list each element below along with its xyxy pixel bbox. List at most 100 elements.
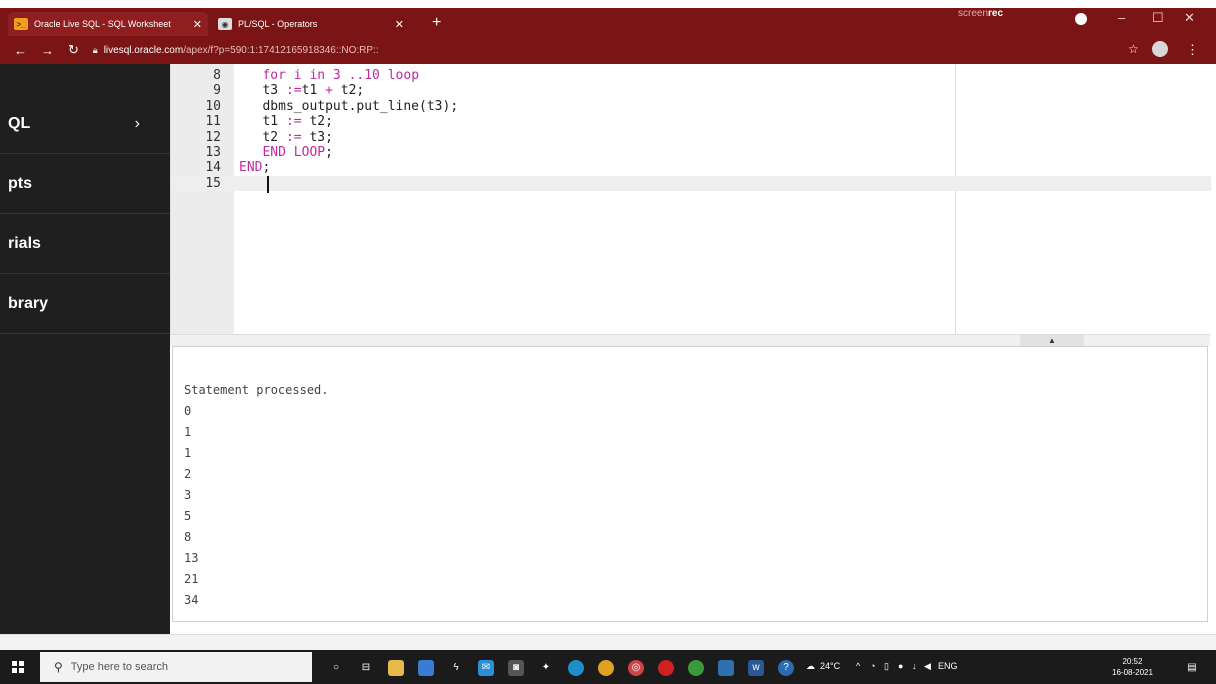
- code-line[interactable]: 8 for i in 3 ..10 loop: [171, 68, 1211, 83]
- cortana-icon[interactable]: ○: [328, 660, 344, 676]
- line-number: 13: [205, 145, 221, 160]
- line-number: 15: [205, 175, 221, 191]
- line-number: 9: [213, 83, 221, 99]
- input-language[interactable]: ENG: [938, 661, 958, 671]
- code-token: ;: [325, 145, 333, 160]
- sidebar-item-scripts[interactable]: pts: [0, 154, 170, 214]
- sidebar-item-label: rials: [8, 234, 41, 252]
- output-value: 2: [184, 467, 192, 481]
- search-icon: ⚲: [54, 660, 63, 674]
- line-number: 10: [205, 98, 221, 114]
- code-line[interactable]: 14 END;: [171, 160, 1211, 175]
- weather-icon[interactable]: ☁: [806, 661, 815, 672]
- code-line[interactable]: 12 t2 := t3;: [171, 130, 1211, 145]
- speaker-icon[interactable]: ◀: [924, 661, 931, 672]
- text-cursor: [267, 175, 269, 193]
- keyword-token: :=: [285, 114, 302, 130]
- antivirus-icon[interactable]: ●: [898, 661, 903, 671]
- tab-title: PL/SQL - Operators: [238, 19, 318, 29]
- keyword-token: for i in 3 ..10 loop: [262, 68, 420, 83]
- tab-close-icon[interactable]: ✕: [395, 18, 404, 31]
- output-status: Statement processed.: [184, 383, 329, 397]
- sidebar-item-label: QL: [8, 114, 31, 132]
- keyword-token: :=: [285, 83, 302, 99]
- chevron-up-icon[interactable]: ^: [856, 661, 860, 671]
- forward-arrow-icon[interactable]: →: [41, 43, 54, 58]
- sidebar-item-tutorials[interactable]: rials: [0, 214, 170, 274]
- word-icon[interactable]: w: [748, 660, 764, 676]
- tab-close-icon[interactable]: ✕: [193, 18, 202, 31]
- code-token: t2: [239, 129, 286, 145]
- reload-icon[interactable]: ↻: [68, 42, 79, 58]
- sql-editor[interactable]: 8 for i in 3 ..10 loop 9 t3 :=t1 + t2; 10 …: [170, 64, 1211, 334]
- notes-app-icon[interactable]: [718, 660, 734, 676]
- java-icon[interactable]: [418, 660, 434, 676]
- profile-avatar[interactable]: [1152, 41, 1168, 57]
- windows-start-icon[interactable]: [12, 661, 24, 673]
- code-line[interactable]: 11 t1 := t2;: [171, 114, 1211, 129]
- search-placeholder: Type here to search: [70, 661, 169, 673]
- lock-icon: 🔒︎: [92, 44, 98, 55]
- line-number: 12: [205, 129, 221, 145]
- network-icon[interactable]: ◔: [870, 661, 875, 671]
- camera-icon[interactable]: ◙: [508, 660, 524, 676]
- tab-oracle-live-sql[interactable]: >_ Oracle Live SQL - SQL Worksheet ✕: [8, 12, 208, 36]
- clock-date: 16-08-2021: [1112, 668, 1153, 677]
- recording-indicator-icon[interactable]: [1075, 13, 1087, 25]
- keyword-token: +: [325, 83, 333, 99]
- code-token: t2;: [332, 83, 365, 99]
- url-field[interactable]: 🔒︎ livesql.oracle.com/apex/f?p=590:1:174…: [93, 45, 379, 56]
- code-token: t3: [239, 83, 286, 99]
- maximize-button[interactable]: ☐: [1152, 10, 1164, 26]
- code-line[interactable]: 10 dbms_output.put_line(t3);: [171, 99, 1211, 114]
- bookmark-star-icon[interactable]: ☆: [1128, 42, 1139, 56]
- help-icon[interactable]: ?: [778, 660, 794, 676]
- sidebar: QL › pts rials brary: [0, 64, 170, 644]
- bottom-scroll-strip[interactable]: [0, 634, 1216, 650]
- close-window-button[interactable]: ✕: [1184, 10, 1195, 26]
- file-explorer-icon[interactable]: [388, 660, 404, 676]
- minimize-button[interactable]: –: [1118, 10, 1125, 25]
- screenrec-suffix: rec: [988, 8, 1004, 19]
- output-panel: Statement processed. 0 1 1 2 3 5 8 13 21 34: [172, 346, 1208, 622]
- sidebar-item-sql[interactable]: QL ›: [0, 94, 170, 154]
- output-value: 0: [184, 404, 192, 418]
- code-text: END;: [239, 160, 270, 175]
- weather-temperature[interactable]: 24°C: [820, 661, 840, 671]
- sidebar-item-library[interactable]: brary: [0, 274, 170, 334]
- task-view-icon[interactable]: ⊟: [358, 660, 374, 676]
- chevron-right-icon: ›: [134, 114, 140, 132]
- code-token: t1: [301, 83, 326, 99]
- back-arrow-icon[interactable]: ←: [14, 43, 27, 58]
- pin-icon[interactable]: ↓: [912, 661, 917, 671]
- screenrec-prefix: screen: [958, 8, 989, 19]
- sidebar-item-label: brary: [8, 294, 49, 312]
- tutorial-site-icon: ◉: [218, 18, 232, 30]
- edge-browser-icon[interactable]: [568, 660, 584, 676]
- line-number: 8: [213, 68, 221, 83]
- lightning-app-icon[interactable]: ϟ: [448, 660, 464, 676]
- browser-menu-icon[interactable]: ⋮: [1186, 42, 1199, 58]
- taskbar-search-input[interactable]: ⚲ Type here to search: [40, 652, 312, 682]
- pane-splitter[interactable]: ▲: [170, 334, 1210, 347]
- url-host: livesql.oracle.com: [103, 44, 184, 56]
- taskbar-clock[interactable]: 20:52 16-08-2021: [1112, 656, 1153, 678]
- output-value: 1: [184, 446, 192, 460]
- chrome-browser-icon[interactable]: [598, 660, 614, 676]
- code-line[interactable]: 15: [171, 175, 1211, 193]
- code-token: t3;: [301, 129, 333, 145]
- media-player-icon[interactable]: ◎: [628, 660, 644, 676]
- new-tab-button[interactable]: +: [432, 14, 441, 32]
- battery-icon[interactable]: ▯: [884, 661, 889, 672]
- mail-icon[interactable]: ✉: [478, 660, 494, 676]
- notifications-icon[interactable]: ▤: [1184, 660, 1200, 676]
- whatsapp-icon[interactable]: [688, 660, 704, 676]
- code-text: [239, 175, 269, 193]
- code-line[interactable]: 13 END LOOP;: [171, 145, 1211, 160]
- tab-plsql-operators[interactable]: ◉ PL/SQL - Operators ✕: [212, 12, 410, 36]
- opera-browser-icon[interactable]: [658, 660, 674, 676]
- code-line[interactable]: 9 t3 :=t1 + t2;: [171, 83, 1211, 98]
- dropbox-icon[interactable]: ✦: [538, 660, 554, 676]
- address-bar: ← → ↻ 🔒︎ livesql.oracle.com/apex/f?p=590…: [0, 36, 1216, 64]
